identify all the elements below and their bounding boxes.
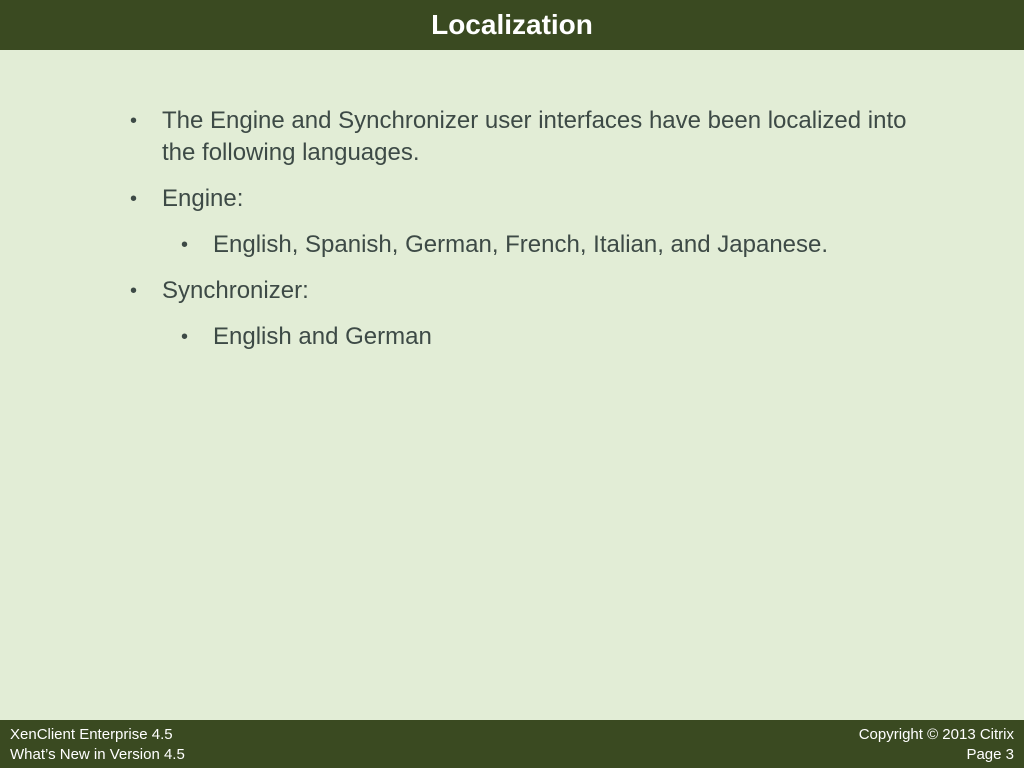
bullet-glyph: • [130, 110, 138, 132]
bullet-text: The Engine and Synchronizer user interfa… [162, 107, 907, 166]
bullet-text: Engine: [162, 185, 244, 212]
footer-bar: XenClient Enterprise 4.5 What’s New in V… [0, 720, 1024, 768]
slide-title: Localization [431, 9, 593, 40]
footer-version-note: What’s New in Version 4.5 [10, 746, 185, 763]
bullet-list: • The Engine and Synchronizer user inter… [125, 105, 925, 367]
footer-copyright: Copyright © 2013 Citrix [858, 726, 1014, 743]
footer-page-number: Page 3 [966, 746, 1014, 763]
footer-right: Copyright © 2013 Citrix Page 3 [859, 725, 1014, 765]
bullet-item-synchronizer: • Synchronizer: [125, 275, 925, 307]
bullet-glyph: • [130, 188, 138, 210]
bullet-text: Synchronizer: [162, 277, 309, 304]
bullet-glyph: • [181, 234, 189, 256]
slide: Localization • The Engine and Synchroniz… [0, 0, 1024, 768]
bullet-item-localization-summary: • The Engine and Synchronizer user inter… [125, 105, 925, 169]
bullet-item-engine: • Engine: [125, 183, 925, 215]
bullet-glyph: • [130, 280, 138, 302]
sub-bullet-synchronizer-languages: • English and German [125, 321, 925, 353]
sub-bullet-engine-languages: • English, Spanish, German, French, Ital… [125, 229, 925, 261]
footer-left: XenClient Enterprise 4.5 What’s New in V… [10, 725, 185, 765]
title-bar: Localization [0, 0, 1024, 50]
bullet-text: English and German [213, 323, 432, 350]
bullet-glyph: • [181, 326, 189, 348]
bullet-text: English, Spanish, German, French, Italia… [213, 231, 829, 258]
footer-product-name: XenClient Enterprise 4.5 [10, 726, 173, 743]
